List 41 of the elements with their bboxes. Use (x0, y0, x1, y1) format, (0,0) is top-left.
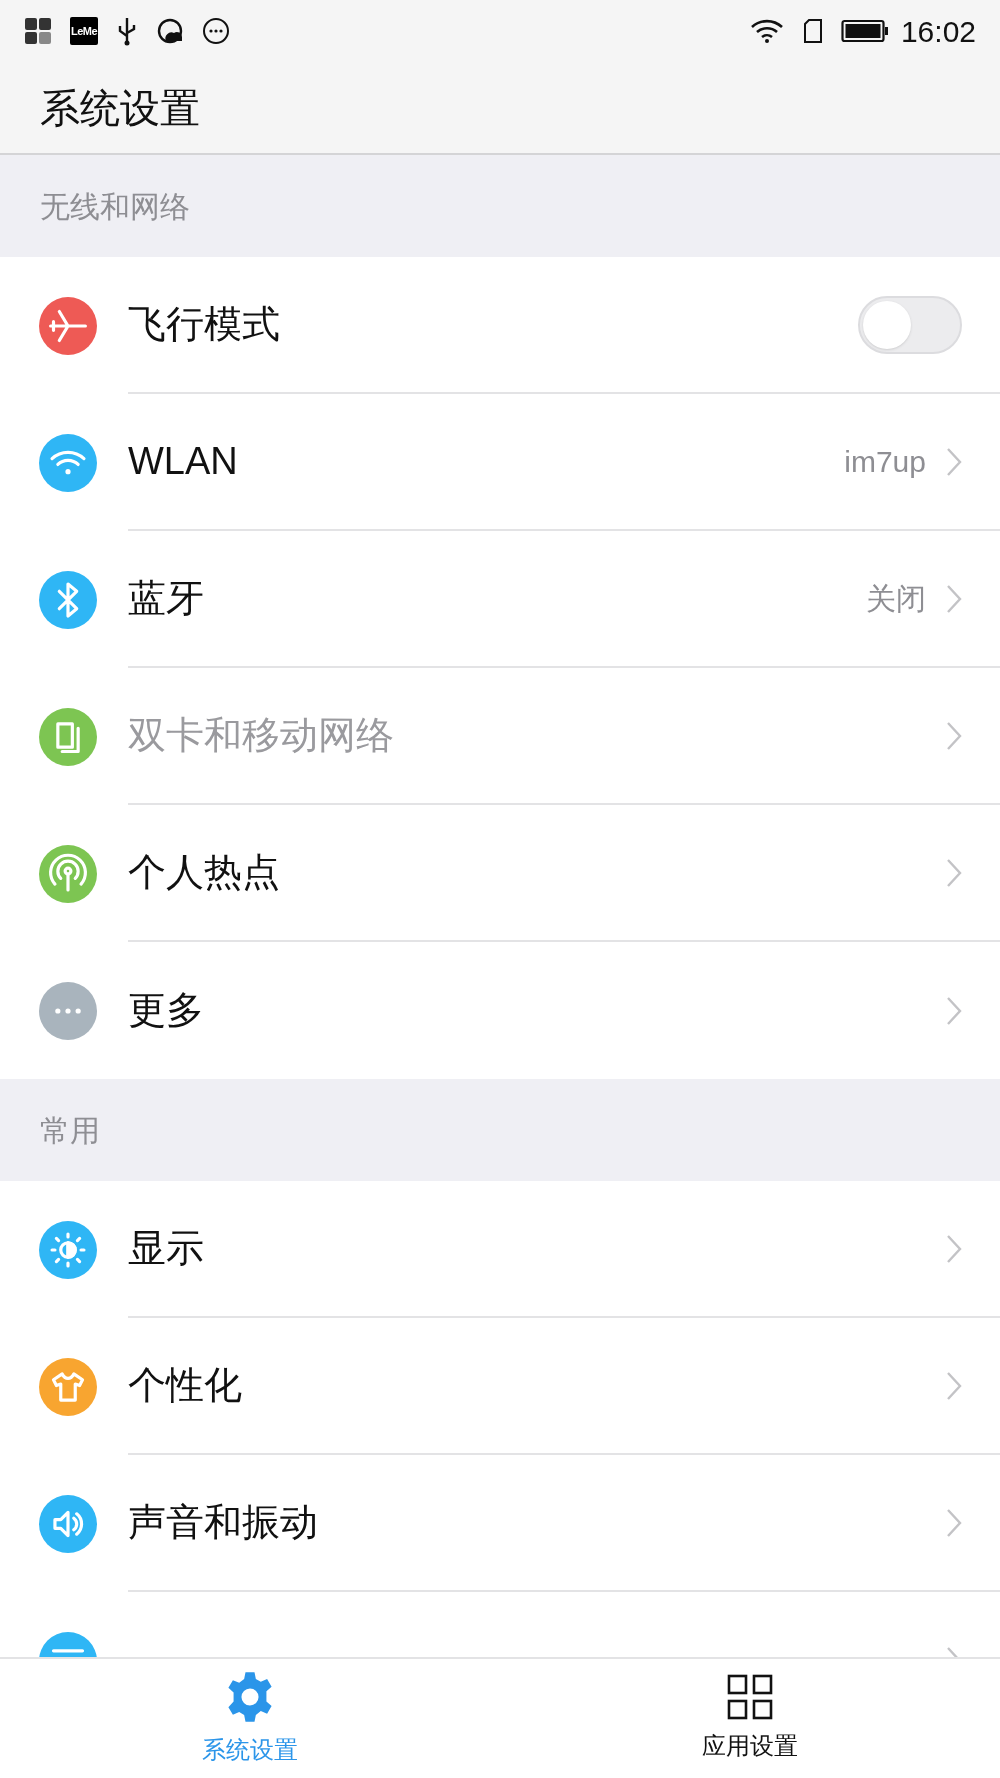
row-label: 飞行模式 (128, 302, 280, 347)
section-title: 无线和网络 (40, 188, 190, 225)
settings-row[interactable]: 蓝牙 关闭 (0, 531, 1000, 668)
sim-card-icon (802, 18, 823, 44)
row-label: 双卡和移动网络 (128, 713, 394, 758)
settings-row[interactable]: 飞行模式 (0, 257, 1000, 394)
settings-row[interactable]: 更多 (0, 942, 1000, 1079)
chevron-right-icon (946, 446, 962, 477)
row-label: 显示 (128, 1226, 204, 1271)
battery-icon (840, 19, 889, 43)
grid-icon (727, 1673, 773, 1720)
settings-row[interactable]: 个性化 (0, 1318, 1000, 1455)
clock-time: 16:02 (900, 13, 976, 50)
row-label: 个人热点 (128, 850, 280, 895)
chevron-right-icon (946, 720, 962, 751)
chevron-right-icon (946, 1233, 962, 1264)
row-label: WLAN (128, 439, 238, 484)
row-value: 关闭 (866, 581, 926, 617)
row-label: 个性化 (128, 1363, 242, 1408)
more-circle-icon (202, 17, 230, 45)
nav-tab[interactable]: 应用设置 (500, 1659, 1000, 1778)
chevron-right-icon (946, 1507, 962, 1538)
row-value: im7up (844, 444, 926, 480)
chevron-right-icon (946, 995, 962, 1026)
leme-badge: LeMe (70, 17, 98, 45)
page-title: 系统设置 (40, 84, 200, 132)
row-label: 蓝牙 (128, 576, 204, 621)
grid-icon (24, 17, 52, 45)
row-label: 声音和振动 (128, 1500, 318, 1545)
usb-icon (116, 16, 138, 46)
row-label: 更多 (128, 988, 204, 1033)
chevron-right-icon (946, 583, 962, 614)
toggle-switch[interactable] (858, 295, 962, 354)
settings-row[interactable]: 声音和振动 (0, 1455, 1000, 1592)
settings-row[interactable]: WLAN im7up (0, 394, 1000, 531)
settings-row[interactable]: 个人热点 (0, 805, 1000, 942)
chevron-right-icon (946, 857, 962, 888)
chevron-right-icon (946, 1370, 962, 1401)
section-title: 常用 (40, 1112, 100, 1149)
settings-row[interactable]: 显示 (0, 1181, 1000, 1318)
cloud-icon (156, 17, 184, 45)
